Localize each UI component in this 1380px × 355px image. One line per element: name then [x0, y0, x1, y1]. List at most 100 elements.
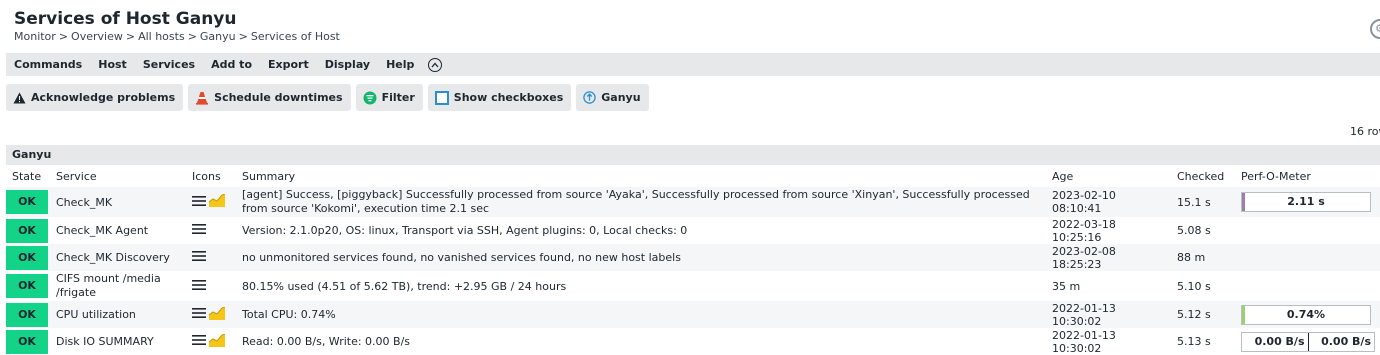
breadcrumb-separator: >: [58, 30, 69, 43]
service-checked: 88 m: [1171, 244, 1235, 271]
service-name[interactable]: CIFS mount /media /frigate: [50, 271, 186, 301]
service-summary: Read: 0.00 B/s, Write: 0.00 B/s: [236, 328, 1046, 355]
perf-o-meter[interactable]: 2.11 s: [1241, 192, 1371, 212]
service-name[interactable]: CPU utilization: [50, 301, 186, 328]
schedule-downtimes-label: Schedule downtimes: [214, 91, 343, 104]
column-header-icons: Icons: [192, 169, 221, 183]
service-age: 2022-03-18 10:25:16: [1046, 217, 1171, 244]
page-menu-icon[interactable]: ⚙: [1370, 19, 1380, 39]
checkbox-icon: [434, 90, 449, 105]
column-header-summary[interactable]: Summary: [236, 165, 1046, 187]
perf-o-meter-write: 0.00 B/s: [1321, 334, 1371, 348]
menu-add-to[interactable]: Add to: [203, 58, 260, 71]
service-age: 2022-01-13 10:30:02: [1046, 328, 1171, 355]
acknowledge-problems-button[interactable]: Acknowledge problems: [6, 84, 184, 111]
graph-icon[interactable]: [208, 306, 226, 323]
table-row[interactable]: OK Check_MK Agent Version: 2.1.0p20, OS:…: [6, 217, 1380, 244]
service-summary: Version: 2.1.0p20, OS: linux, Transport …: [236, 217, 1046, 244]
perf-o-meter-fill: [1242, 305, 1245, 324]
menu-services[interactable]: Services: [135, 58, 203, 71]
row-count: 16 rows: [1350, 125, 1380, 138]
service-age: 35 m: [1046, 271, 1171, 301]
service-checked: 5.13 s: [1171, 328, 1235, 355]
service-age: 2022-01-13 10:30:02: [1046, 301, 1171, 328]
service-summary: 80.15% used (4.51 of 5.62 TB), trend: +2…: [236, 271, 1046, 301]
service-age: 2023-02-08 18:25:23: [1046, 244, 1171, 271]
service-name[interactable]: Check_MK: [50, 187, 186, 217]
menu-commands[interactable]: Commands: [6, 58, 90, 71]
table-row[interactable]: OK Disk IO SUMMARY Read: 0.00 B/s, Write…: [6, 328, 1380, 355]
service-checked: 5.10 s: [1171, 271, 1235, 301]
breadcrumb-separator: >: [125, 30, 136, 43]
status-badge[interactable]: OK: [6, 218, 48, 243]
service-age: 2023-02-10 08:10:41: [1046, 187, 1171, 217]
action-menu-icon[interactable]: [192, 250, 207, 265]
show-checkboxes-label: Show checkboxes: [453, 91, 564, 104]
host-ganyu-button[interactable]: Ganyu: [576, 84, 649, 111]
up-arrow-circle-icon: [583, 91, 597, 104]
menu-bar: Commands Host Services Add to Export Dis…: [6, 53, 1380, 76]
perf-o-meter-value: 2.11 s: [1287, 195, 1325, 208]
service-summary: Total CPU: 0.74%: [236, 301, 1046, 328]
perf-o-meter-disk-io[interactable]: 0.00 B/s 0.00 B/s: [1241, 331, 1375, 352]
page-title: Services of Host Ganyu: [14, 9, 237, 29]
action-menu-icon[interactable]: [192, 307, 207, 322]
warning-icon: [13, 92, 26, 104]
perf-o-meter[interactable]: 0.74%: [1241, 304, 1371, 325]
host-group-header[interactable]: Ganyu: [6, 145, 1380, 165]
column-header-age[interactable]: Age: [1046, 165, 1171, 187]
filter-label: Filter: [381, 91, 415, 104]
service-summary: [agent] Success, [piggyback] Successfull…: [236, 187, 1046, 217]
table-row[interactable]: OK Check_MK [agent] Success, [piggyback]…: [6, 187, 1380, 217]
column-header-checked[interactable]: Checked: [1171, 165, 1235, 187]
status-badge[interactable]: OK: [6, 329, 48, 354]
table-row[interactable]: OK CPU utilization Total CPU: 0.74% 2022…: [6, 301, 1380, 328]
toolbar: Acknowledge problems Schedule downtimes …: [6, 84, 649, 112]
filter-button[interactable]: Filter: [355, 84, 423, 111]
show-checkboxes-button[interactable]: Show checkboxes: [427, 84, 572, 111]
services-table: State Service Icons Summary Age Checked …: [6, 165, 1380, 355]
collapse-menu-icon[interactable]: [428, 57, 443, 72]
breadcrumb-separator: >: [187, 30, 197, 43]
perf-o-meter-fill: [1242, 193, 1245, 211]
breadcrumb-all-hosts[interactable]: All hosts: [138, 30, 185, 43]
filter-icon: [363, 91, 377, 105]
perf-o-meter-value: 0.74%: [1286, 307, 1326, 321]
service-name[interactable]: Disk IO SUMMARY: [50, 328, 186, 355]
status-badge[interactable]: OK: [6, 274, 48, 298]
menu-host[interactable]: Host: [90, 58, 135, 71]
status-badge[interactable]: OK: [6, 302, 48, 327]
service-summary: no unmonitored services found, no vanish…: [236, 244, 1046, 271]
breadcrumb-services-of-host: Services of Host: [250, 30, 340, 43]
graph-icon[interactable]: [208, 193, 226, 210]
column-header-service[interactable]: Service: [50, 165, 186, 187]
menu-display[interactable]: Display: [317, 58, 378, 71]
graph-icon[interactable]: [208, 333, 226, 350]
host-ganyu-label: Ganyu: [601, 91, 641, 104]
service-checked: 15.1 s: [1171, 187, 1235, 217]
service-checked: 5.08 s: [1171, 217, 1235, 244]
traffic-cone-icon: [195, 91, 209, 105]
breadcrumb-ganyu[interactable]: Ganyu: [200, 30, 236, 43]
status-badge[interactable]: OK: [6, 245, 48, 270]
breadcrumb: Monitor > Overview > All hosts > Ganyu > Service…: [14, 30, 340, 43]
perf-o-meter-read: 0.00 B/s: [1242, 332, 1309, 351]
service-name[interactable]: Check_MK Agent: [50, 217, 186, 244]
acknowledge-problems-label: Acknowledge problems: [31, 91, 176, 104]
status-badge[interactable]: OK: [6, 190, 48, 214]
action-menu-icon[interactable]: [192, 334, 207, 349]
action-menu-icon[interactable]: [192, 195, 207, 210]
action-menu-icon[interactable]: [192, 279, 207, 294]
action-menu-icon[interactable]: [192, 223, 207, 238]
schedule-downtimes-button[interactable]: Schedule downtimes: [188, 84, 351, 111]
table-row[interactable]: OK Check_MK Discovery no unmonitored ser…: [6, 244, 1380, 271]
menu-export[interactable]: Export: [260, 58, 317, 71]
column-header-perf-o-meter[interactable]: Perf-O-Meter: [1235, 165, 1380, 187]
service-name[interactable]: Check_MK Discovery: [50, 244, 186, 271]
breadcrumb-separator: >: [238, 30, 248, 43]
column-header-state[interactable]: State: [6, 165, 50, 187]
menu-help[interactable]: Help: [378, 58, 422, 71]
table-row[interactable]: OK CIFS mount /media /frigate 80.15% use…: [6, 271, 1380, 301]
breadcrumb-monitor[interactable]: Monitor: [14, 30, 56, 43]
breadcrumb-overview[interactable]: Overview: [71, 30, 123, 43]
